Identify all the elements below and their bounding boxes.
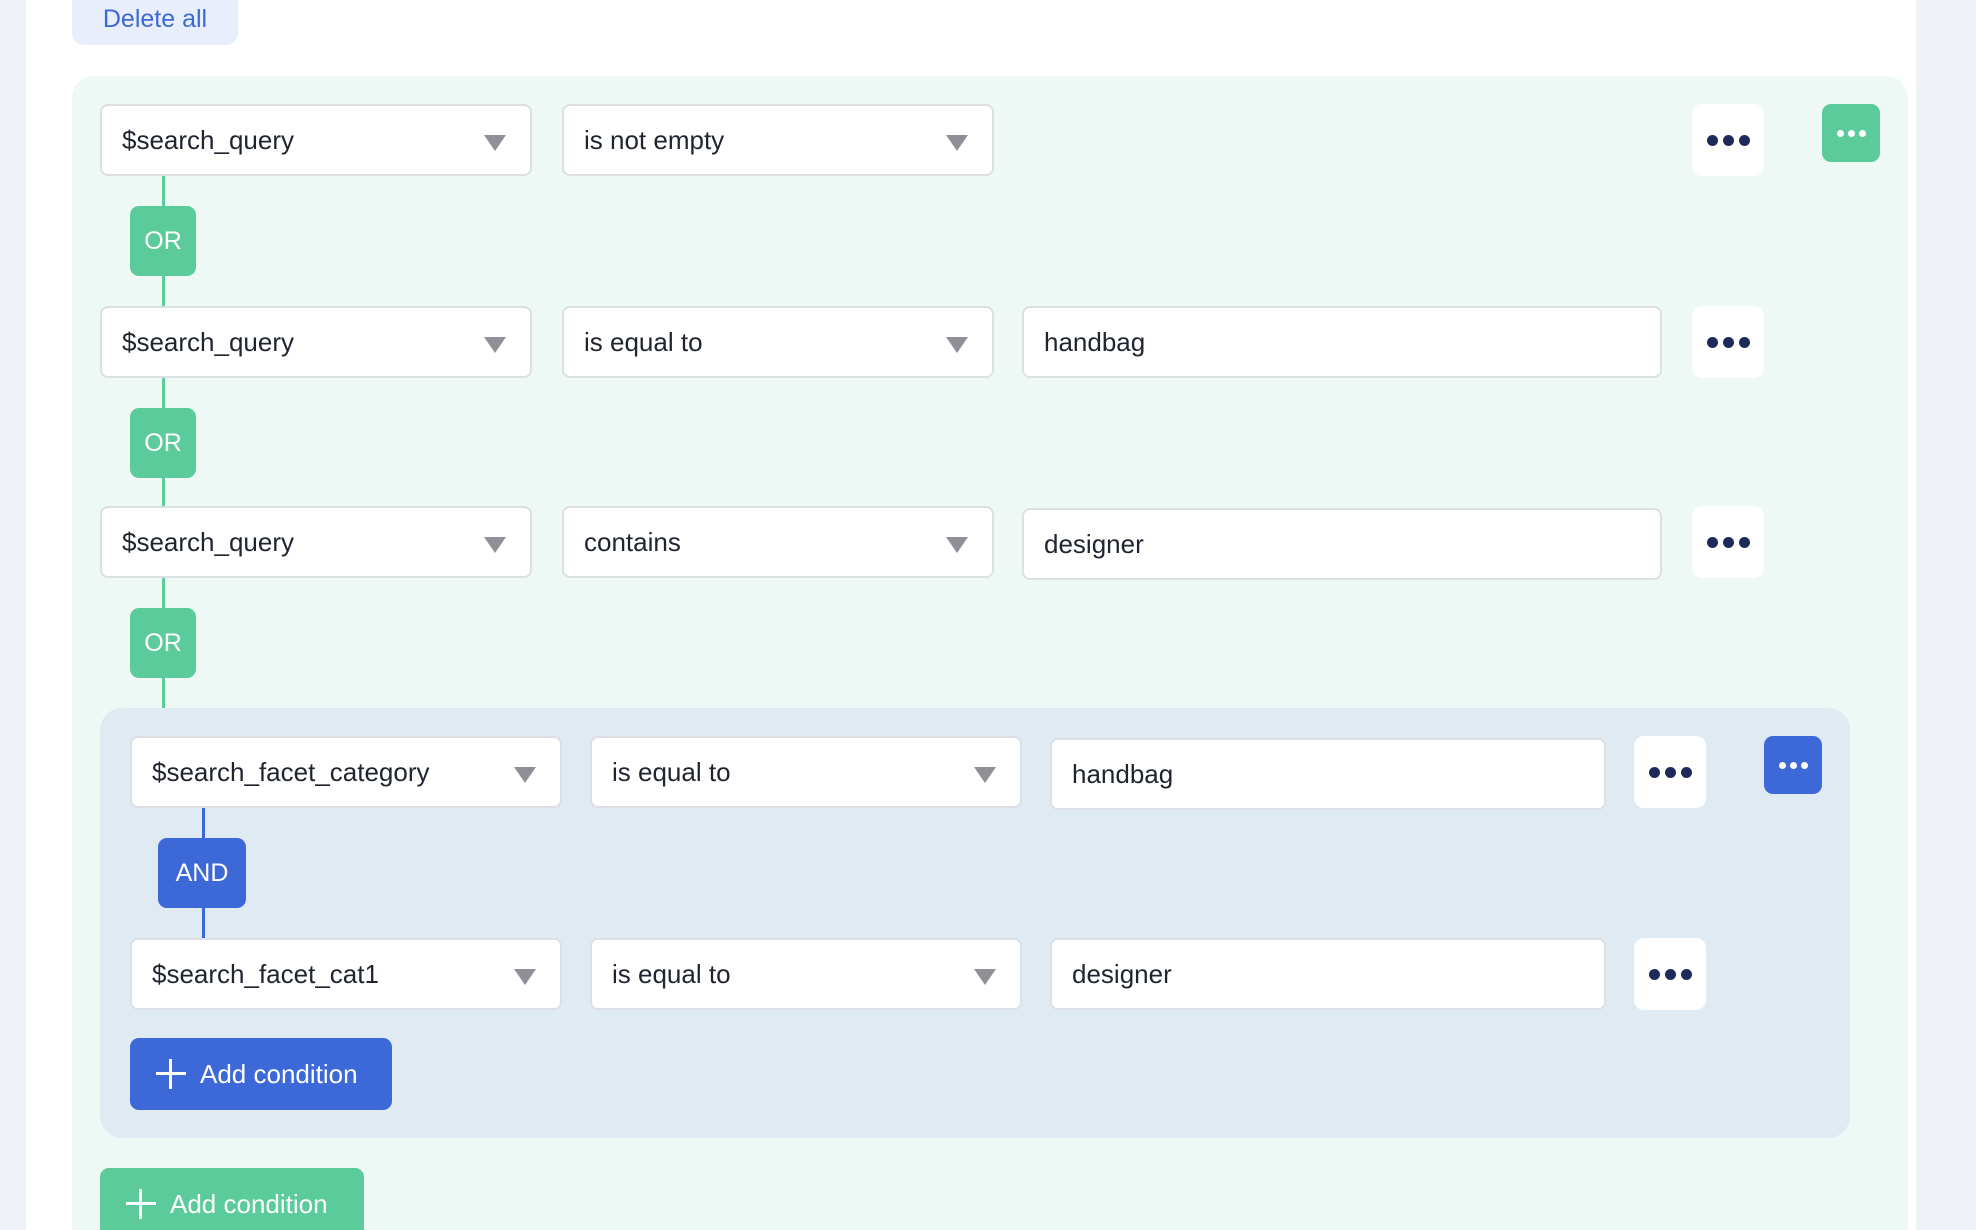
or-badge: OR [130,408,196,478]
value-input[interactable]: handbag [1022,306,1662,378]
field-select[interactable]: $search_query [100,306,532,378]
caret-down-icon [484,337,506,353]
operator-select-value: is equal to [584,327,703,357]
more-dots-icon [1706,134,1718,146]
add-condition-button[interactable]: Add condition [100,1168,364,1230]
operator-select[interactable]: is not empty [562,104,994,176]
caret-down-icon [974,767,996,783]
and-badge: AND [158,838,246,908]
more-dots-icon [1706,336,1718,348]
operator-select-value: is not empty [584,125,725,155]
caret-down-icon [974,969,996,985]
operator-select-value: is equal to [612,959,731,989]
delete-all-button[interactable]: Delete all [72,0,238,45]
caret-down-icon [946,537,968,553]
field-select[interactable]: $search_facet_category [130,736,562,808]
more-dots-icon [1648,766,1660,778]
add-condition-button[interactable]: Add condition [130,1038,392,1110]
and-group-menu-button[interactable] [1764,736,1822,794]
field-select-value: $search_query [122,125,294,155]
condition-menu-button[interactable] [1692,104,1764,176]
caret-down-icon [484,537,506,553]
operator-select[interactable]: is equal to [590,736,1022,808]
more-dots-icon [1648,968,1660,980]
condition-menu-button[interactable] [1634,938,1706,1010]
plus-icon [126,1189,156,1219]
operator-select[interactable]: contains [562,506,994,578]
caret-down-icon [484,135,506,151]
condition-menu-button[interactable] [1692,306,1764,378]
condition-menu-button[interactable] [1634,736,1706,808]
or-group-menu-button[interactable] [1822,104,1880,162]
more-dots-icon [1778,761,1786,769]
more-dots-icon [1836,129,1844,137]
value-input[interactable]: designer [1050,938,1606,1010]
operator-select-value: is equal to [612,757,731,787]
plus-icon [156,1059,186,1089]
operator-select[interactable]: is equal to [562,306,994,378]
operator-select-value: contains [584,527,681,557]
field-select[interactable]: $search_query [100,506,532,578]
add-condition-label: Add condition [170,1188,328,1219]
or-badge: OR [130,206,196,276]
caret-down-icon [514,767,536,783]
caret-down-icon [514,969,536,985]
field-select-value: $search_facet_category [152,757,430,787]
add-condition-label: Add condition [200,1058,358,1089]
field-select[interactable]: $search_facet_cat1 [130,938,562,1010]
caret-down-icon [946,337,968,353]
field-select-value: $search_query [122,527,294,557]
field-select[interactable]: $search_query [100,104,532,176]
or-badge: OR [130,608,196,678]
value-input[interactable]: designer [1022,508,1662,580]
caret-down-icon [946,135,968,151]
value-input[interactable]: handbag [1050,738,1606,810]
operator-select[interactable]: is equal to [590,938,1022,1010]
field-select-value: $search_facet_cat1 [152,959,379,989]
more-dots-icon [1706,536,1718,548]
field-select-value: $search_query [122,327,294,357]
condition-menu-button[interactable] [1692,506,1764,578]
